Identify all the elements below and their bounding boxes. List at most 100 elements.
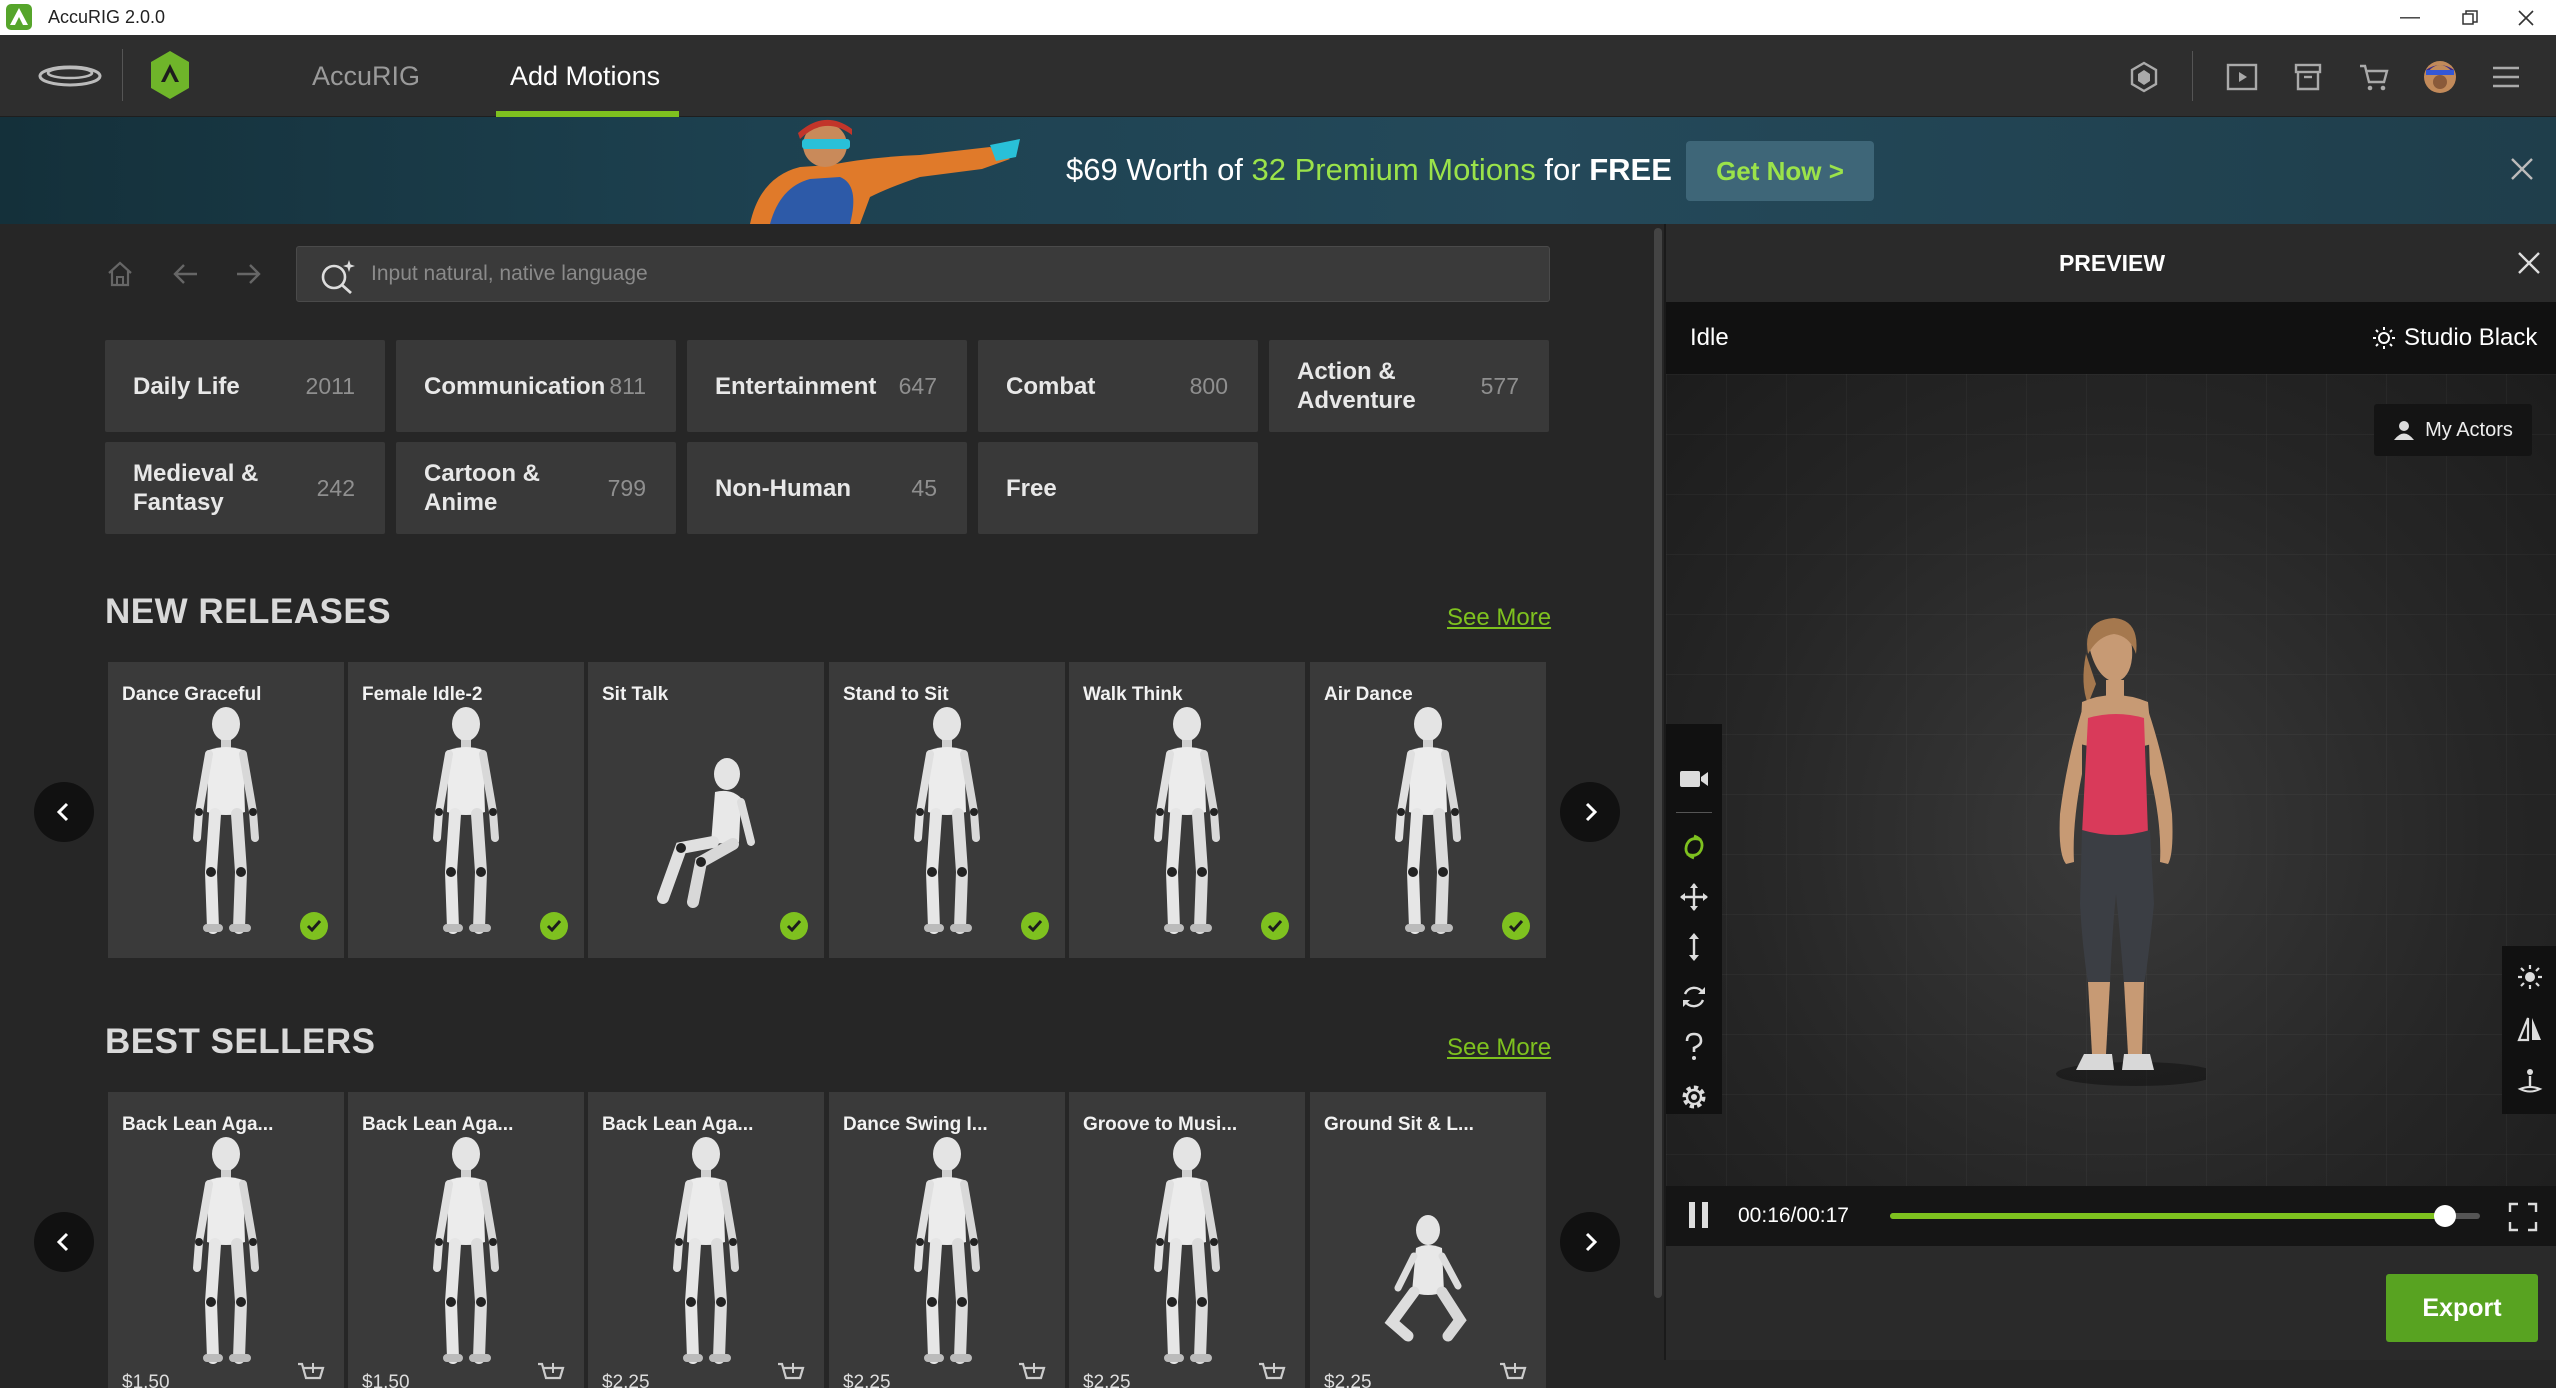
minimize-button[interactable]: — bbox=[2380, 0, 2440, 35]
banner-text-free: FREE bbox=[1589, 152, 1672, 187]
top-navigation: AccuRIG Add Motions bbox=[0, 35, 2556, 117]
add-to-cart-button[interactable] bbox=[296, 1361, 326, 1388]
play-video-button[interactable] bbox=[2220, 55, 2264, 99]
category-count: 800 bbox=[1189, 372, 1228, 399]
best-seller-card[interactable]: Groove to Musi... $2.25 bbox=[1069, 1092, 1305, 1388]
motion-card-title: Air Dance bbox=[1324, 684, 1413, 705]
category-communication[interactable]: Communication 811 bbox=[396, 340, 676, 432]
tab-add-motions[interactable]: Add Motions bbox=[510, 35, 660, 117]
arrow-right-icon bbox=[237, 264, 261, 284]
home-button[interactable] bbox=[100, 254, 140, 294]
category-non-human[interactable]: Non-Human 45 bbox=[687, 442, 967, 534]
nav-divider bbox=[122, 49, 123, 101]
pause-icon bbox=[1689, 1202, 1708, 1228]
add-to-cart-button[interactable] bbox=[776, 1361, 806, 1388]
new-release-card[interactable]: Dance Graceful bbox=[108, 662, 344, 958]
my-actors-button[interactable]: My Actors bbox=[2374, 404, 2532, 456]
best-sellers-next-button[interactable] bbox=[1560, 1212, 1620, 1272]
chevron-left-icon bbox=[56, 1232, 69, 1252]
cart-button[interactable] bbox=[2352, 55, 2396, 99]
owned-check-badge bbox=[540, 912, 568, 940]
preview-panel: PREVIEW Idle Studio Black My Actors 00:1… bbox=[1664, 224, 2556, 1360]
motion-library-panel: Daily Life 2011 Communication811 Entertai… bbox=[0, 224, 1664, 1388]
pause-button[interactable] bbox=[1686, 1200, 1712, 1235]
orbit-tool-button[interactable] bbox=[1666, 822, 1722, 872]
timeline-progress bbox=[1890, 1213, 2445, 1219]
export-button[interactable]: Export bbox=[2386, 1274, 2538, 1342]
category-free[interactable]: Free bbox=[978, 442, 1258, 534]
3d-viewport[interactable]: My Actors bbox=[1666, 374, 2556, 1210]
new-release-card[interactable]: Female Idle-2 bbox=[348, 662, 584, 958]
new-release-card[interactable]: Walk Think bbox=[1069, 662, 1305, 958]
environment-selector[interactable]: Studio Black bbox=[2372, 302, 2537, 374]
cube-icon-button[interactable] bbox=[2122, 55, 2166, 99]
reset-view-button[interactable] bbox=[1666, 972, 1722, 1022]
move-icon bbox=[1680, 883, 1708, 911]
category-count: 811 bbox=[609, 372, 646, 399]
promo-banner[interactable]: $69 Worth of 32 Premium Motions for FREE… bbox=[0, 117, 2556, 224]
zoom-tool-button[interactable] bbox=[1666, 922, 1722, 972]
best-seller-card[interactable]: Back Lean Aga... $1.50 bbox=[348, 1092, 584, 1388]
motion-card-title: Sit Talk bbox=[602, 684, 669, 705]
best-seller-card[interactable]: Back Lean Aga... $2.25 bbox=[588, 1092, 824, 1388]
timeline-track[interactable] bbox=[1890, 1205, 2480, 1227]
new-releases-prev-button[interactable] bbox=[34, 782, 94, 842]
close-icon bbox=[2511, 158, 2533, 180]
best-seller-card[interactable]: Dance Swing I... $2.25 bbox=[829, 1092, 1065, 1388]
play-window-icon bbox=[2226, 63, 2258, 91]
new-releases-next-button[interactable] bbox=[1560, 782, 1620, 842]
close-banner-button[interactable] bbox=[2508, 155, 2536, 188]
accurig-logo-icon[interactable] bbox=[148, 49, 192, 106]
restore-button[interactable] bbox=[2440, 0, 2500, 35]
add-to-cart-button[interactable] bbox=[1257, 1361, 1287, 1388]
checkmark-icon bbox=[546, 920, 562, 933]
settings-button[interactable] bbox=[1666, 1072, 1722, 1122]
best-sellers-prev-button[interactable] bbox=[34, 1212, 94, 1272]
main-menu-button[interactable] bbox=[2484, 55, 2528, 99]
help-button[interactable] bbox=[1666, 1022, 1722, 1072]
new-release-card[interactable]: Stand to Sit bbox=[829, 662, 1065, 958]
add-to-cart-button[interactable] bbox=[536, 1361, 566, 1388]
category-cartoon-anime[interactable]: Cartoon & Anime 799 bbox=[396, 442, 676, 534]
search-bar[interactable] bbox=[296, 246, 1550, 302]
forward-button[interactable] bbox=[228, 254, 268, 294]
best-seller-card[interactable]: Back Lean Aga... $1.50 bbox=[108, 1092, 344, 1388]
category-daily-life[interactable]: Daily Life 2011 bbox=[105, 340, 385, 432]
category-combat[interactable]: Combat 800 bbox=[978, 340, 1258, 432]
close-preview-button[interactable] bbox=[2516, 250, 2542, 281]
best-sellers-see-more-link[interactable]: See More bbox=[1447, 1034, 1551, 1062]
actor-model bbox=[2056, 618, 2206, 1086]
add-to-cart-button[interactable] bbox=[1017, 1361, 1047, 1388]
tab-accurig[interactable]: AccuRIG bbox=[312, 35, 420, 117]
banner-text-price: $69 Worth of bbox=[1066, 152, 1252, 187]
restore-icon bbox=[2462, 9, 2478, 25]
motion-thumbnail-figure bbox=[1154, 1137, 1220, 1364]
viewport-tools bbox=[1666, 724, 1722, 1114]
back-button[interactable] bbox=[166, 254, 206, 294]
category-action-adventure[interactable]: Action & Adventure 577 bbox=[1269, 340, 1549, 432]
best-seller-card[interactable]: Ground Sit & L... $2.25 bbox=[1310, 1092, 1546, 1388]
new-releases-see-more-link[interactable]: See More bbox=[1447, 604, 1551, 632]
move-tool-button[interactable] bbox=[1666, 872, 1722, 922]
close-window-button[interactable] bbox=[2496, 0, 2556, 35]
cube-icon bbox=[2130, 61, 2158, 93]
library-scrollbar[interactable] bbox=[1654, 228, 1662, 1298]
banner-character-image bbox=[690, 117, 1030, 229]
user-avatar[interactable] bbox=[2418, 55, 2462, 99]
checkmark-icon bbox=[306, 920, 322, 933]
ground-button[interactable] bbox=[2502, 1056, 2556, 1106]
fullscreen-button[interactable] bbox=[2508, 1202, 2538, 1237]
search-input[interactable] bbox=[371, 257, 1531, 291]
new-release-card[interactable]: Air Dance bbox=[1310, 662, 1546, 958]
category-medieval-fantasy[interactable]: Medieval & Fantasy 242 bbox=[105, 442, 385, 534]
camera-tool-button[interactable] bbox=[1666, 754, 1722, 804]
add-to-cart-button[interactable] bbox=[1498, 1361, 1528, 1388]
archive-button[interactable] bbox=[2286, 55, 2330, 99]
category-entertainment[interactable]: Entertainment 647 bbox=[687, 340, 967, 432]
add-to-cart-icon bbox=[1259, 1362, 1286, 1380]
new-release-card[interactable]: Sit Talk bbox=[588, 662, 824, 958]
timeline-handle[interactable] bbox=[2433, 1205, 2456, 1227]
lighting-button[interactable] bbox=[2502, 952, 2556, 1002]
get-now-button[interactable]: Get Now > bbox=[1686, 141, 1874, 201]
mirror-button[interactable] bbox=[2502, 1004, 2556, 1054]
